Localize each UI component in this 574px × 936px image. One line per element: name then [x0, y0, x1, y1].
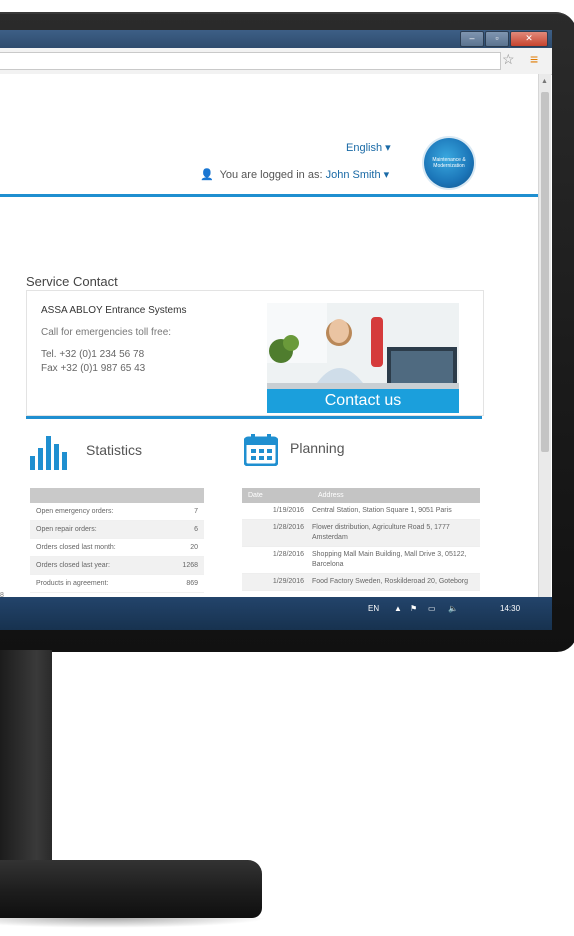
- chevron-down-icon: ▾: [385, 142, 391, 154]
- service-contact-panel: ASSA ABLOY Entrance Systems Call for eme…: [26, 290, 484, 416]
- scroll-thumb[interactable]: [541, 92, 549, 452]
- flag-icon[interactable]: ⚑: [410, 604, 417, 613]
- table-row: Orders closed last month: 20: [30, 539, 204, 557]
- planning-address: Flower distribution, Agriculture Road 5,…: [312, 524, 450, 541]
- stat-label: Products in agreement:: [36, 580, 109, 587]
- table-row[interactable]: 1/28/2016 Shopping Mall Main Building, M…: [242, 547, 480, 574]
- planning-date: 1/28/2016: [272, 551, 304, 558]
- web-page: English ▾ 👤 You are logged in as: John S…: [0, 74, 538, 597]
- planning-address: Shopping Mall Main Building, Mall Drive …: [312, 551, 467, 568]
- column-header-address: Address: [318, 492, 344, 499]
- planning-address: Food Factory Sweden, Roskilderoad 20, Go…: [312, 578, 469, 585]
- vertical-scrollbar[interactable]: ▲: [538, 74, 551, 597]
- planning-table: Date Address 1/19/2016 Central Station, …: [242, 488, 480, 591]
- statistics-table: Open emergency orders: 7 Open repair ord…: [30, 488, 204, 593]
- statistics-table-header: [30, 488, 204, 503]
- service-contact-title: Service Contact: [26, 274, 118, 289]
- chevron-down-icon: ▾: [383, 169, 390, 181]
- stat-value: 6: [194, 526, 198, 533]
- window-titlebar: – ▫ ✕: [0, 30, 552, 48]
- address-bar: ☆ ≡: [0, 48, 552, 75]
- restore-button[interactable]: ▫: [485, 31, 509, 47]
- section-divider: [26, 416, 482, 419]
- table-row[interactable]: 1/19/2016 Central Station, Station Squar…: [242, 503, 480, 520]
- contact-us-button[interactable]: Contact us: [267, 389, 459, 413]
- windows-taskbar: EN ▲ ⚑ ▭ 🔈 14:30: [0, 597, 552, 630]
- tray-expand-icon[interactable]: ▲: [394, 604, 402, 613]
- stat-value: 869: [186, 580, 198, 587]
- user-name: John Smith: [325, 169, 381, 181]
- user-menu[interactable]: 👤 You are logged in as: John Smith ▾: [200, 168, 389, 181]
- emergency-call-text: Call for emergencies toll free:: [41, 327, 172, 338]
- statistics-title: Statistics: [86, 442, 143, 458]
- language-selector[interactable]: English ▾: [346, 141, 391, 154]
- table-row: Orders closed last year: 1268: [30, 557, 204, 575]
- close-button[interactable]: ✕: [510, 31, 548, 47]
- company-name: ASSA ABLOY Entrance Systems: [41, 305, 187, 316]
- monitor-stand-neck: [0, 650, 52, 870]
- window-controls: – ▫ ✕: [460, 31, 548, 47]
- bookmark-star-icon[interactable]: ☆: [502, 51, 515, 68]
- table-row: Open emergency orders: 7: [30, 503, 204, 521]
- planning-date: 1/29/2016: [272, 578, 304, 585]
- url-input[interactable]: [0, 52, 501, 70]
- stat-label: Open emergency orders:: [36, 508, 114, 515]
- stat-label: Orders closed last month:: [36, 544, 116, 551]
- bar-chart-icon: [30, 430, 68, 475]
- planning-address: Central Station, Station Square 1, 9051 …: [312, 507, 452, 514]
- planning-date: 1/19/2016: [272, 507, 304, 514]
- planning-title: Planning: [290, 440, 345, 456]
- table-row: Products in agreement: 869: [30, 575, 204, 593]
- brand-logo: Maintenance & Modernization: [424, 138, 474, 188]
- fax-number: Fax +32 (0)1 987 65 43: [41, 363, 146, 374]
- stat-label: Open repair orders:: [36, 526, 97, 533]
- phone-number: Tel. +32 (0)1 234 56 78: [41, 349, 145, 360]
- stand-shadow: [0, 918, 268, 928]
- table-row[interactable]: 1/29/2016 Food Factory Sweden, Roskilder…: [242, 574, 480, 591]
- table-row[interactable]: 1/28/2016 Flower distribution, Agricultu…: [242, 520, 480, 547]
- monitor: – ▫ ✕ ☆ ≡ English ▾ 👤 You are logged in …: [0, 0, 574, 936]
- browser-menu-icon[interactable]: ≡: [530, 51, 538, 67]
- table-row: Open repair orders: 6: [30, 521, 204, 539]
- stat-value: 1268: [182, 562, 198, 569]
- minimize-button[interactable]: –: [460, 31, 484, 47]
- network-icon[interactable]: ▭: [428, 604, 436, 613]
- planning-date: 1/28/2016: [272, 524, 304, 531]
- input-language[interactable]: EN: [368, 604, 379, 613]
- stat-value: 20: [190, 544, 198, 551]
- volume-icon[interactable]: 🔈: [448, 604, 458, 613]
- column-header-date: Date: [248, 492, 263, 499]
- header-divider: [0, 194, 538, 197]
- clock[interactable]: 14:30: [500, 604, 520, 613]
- monitor-stand-base: [0, 860, 262, 918]
- stat-label: Orders closed last year:: [36, 562, 110, 569]
- user-icon: 👤: [200, 169, 214, 181]
- stat-value: 7: [194, 508, 198, 515]
- screen: – ▫ ✕ ☆ ≡ English ▾ 👤 You are logged in …: [0, 30, 552, 630]
- logo-text: Maintenance & Modernization: [432, 157, 466, 169]
- scroll-up-arrow-icon[interactable]: ▲: [541, 78, 548, 85]
- planning-table-header: Date Address: [242, 488, 480, 503]
- calendar-icon: [243, 434, 279, 471]
- logged-in-label: You are logged in as:: [219, 169, 323, 181]
- language-label: English: [346, 142, 383, 154]
